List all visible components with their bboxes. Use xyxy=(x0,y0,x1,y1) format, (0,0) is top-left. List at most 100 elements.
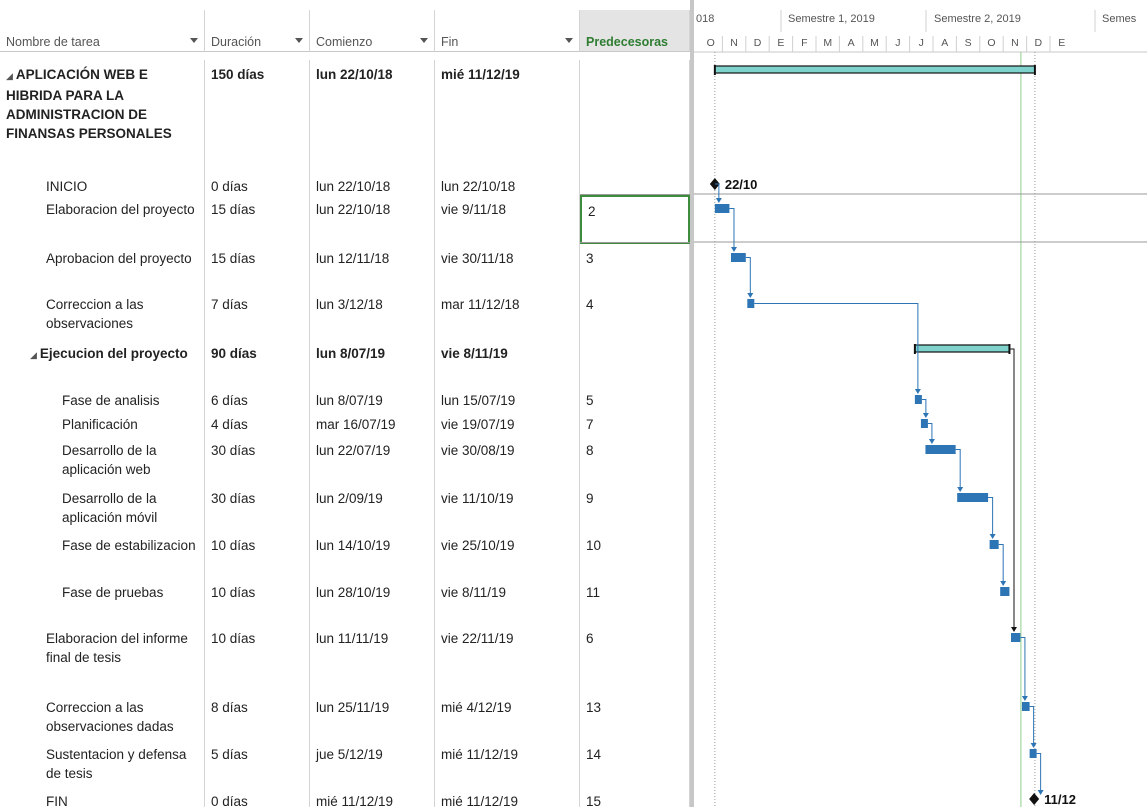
task-cell-pred[interactable]: 13 xyxy=(580,693,690,740)
task-cell-end[interactable]: vie 22/11/19 xyxy=(435,624,580,693)
task-cell-name[interactable]: Aprobacion del proyecto xyxy=(0,244,205,290)
task-cell-start[interactable]: lun 22/07/19 xyxy=(310,436,435,484)
task-cell-dur[interactable]: 7 días xyxy=(205,290,310,339)
task-cell-name[interactable]: Fase de estabilizacion xyxy=(0,531,205,578)
task-cell-start[interactable]: lun 11/11/19 xyxy=(310,624,435,693)
task-cell-end[interactable]: vie 11/10/19 xyxy=(435,484,580,531)
task-cell-name[interactable]: Planificación xyxy=(0,410,205,436)
task-cell-dur[interactable]: 5 días xyxy=(205,740,310,787)
task-cell-start[interactable]: lun 28/10/19 xyxy=(310,578,435,624)
task-cell-start[interactable]: lun 22/10/18 xyxy=(310,60,435,172)
task-cell-name[interactable]: Desarrollo de la aplicación web xyxy=(0,436,205,484)
task-cell-name[interactable]: Sustentacion y defensa de tesis xyxy=(0,740,205,787)
task-row[interactable]: FIN 0 días mié 11/12/19 mié 11/12/19 15 xyxy=(0,787,690,807)
task-cell-start[interactable]: lun 3/12/18 xyxy=(310,290,435,339)
task-cell-dur[interactable]: 30 días xyxy=(205,484,310,531)
task-cell-end[interactable]: lun 15/07/19 xyxy=(435,386,580,410)
task-row[interactable]: Aprobacion del proyecto 15 días lun 12/11/… xyxy=(0,244,690,290)
task-cell-start[interactable]: mar 16/07/19 xyxy=(310,410,435,436)
collapse-arrow-icon[interactable]: ◢ xyxy=(6,71,13,81)
task-row[interactable]: ◢ Ejecucion del proyecto 90 días lun 8/07/1… xyxy=(0,339,690,386)
task-cell-dur[interactable]: 6 días xyxy=(205,386,310,410)
task-cell-dur[interactable]: 15 días xyxy=(205,195,310,244)
collapse-arrow-icon[interactable]: ◢ xyxy=(30,350,37,360)
task-row[interactable]: Fase de estabilizacion 10 días lun 14/10/1… xyxy=(0,531,690,578)
task-cell-start[interactable]: lun 22/10/18 xyxy=(310,195,435,244)
column-header-end[interactable]: Fin xyxy=(435,10,580,52)
task-row[interactable]: Correccion a las observaciones dadas 8 dí… xyxy=(0,693,690,740)
task-cell-name[interactable]: Correccion a las observaciones xyxy=(0,290,205,339)
task-cell-pred[interactable]: 8 xyxy=(580,436,690,484)
task-cell-end[interactable]: mié 11/12/19 xyxy=(435,740,580,787)
task-row[interactable]: Correccion a las observaciones 7 días lun … xyxy=(0,290,690,339)
task-cell-name[interactable]: Correccion a las observaciones dadas xyxy=(0,693,205,740)
task-cell-name[interactable]: Fase de analisis xyxy=(0,386,205,410)
task-cell-start[interactable]: lun 8/07/19 xyxy=(310,386,435,410)
task-cell-dur[interactable]: 4 días xyxy=(205,410,310,436)
task-cell-end[interactable]: vie 19/07/19 xyxy=(435,410,580,436)
task-cell-dur[interactable]: 30 días xyxy=(205,436,310,484)
task-row[interactable]: Desarrollo de la aplicación web 30 días lu… xyxy=(0,436,690,484)
task-row[interactable]: Sustentacion y defensa de tesis 5 días jue… xyxy=(0,740,690,787)
task-cell-end[interactable]: lun 22/10/18 xyxy=(435,172,580,195)
task-cell-start[interactable]: lun 2/09/19 xyxy=(310,484,435,531)
task-cell-pred[interactable]: 9 xyxy=(580,484,690,531)
task-cell-pred[interactable] xyxy=(580,339,690,386)
task-cell-pred[interactable]: 5 xyxy=(580,386,690,410)
task-cell-pred[interactable] xyxy=(580,60,690,172)
task-cell-end[interactable]: vie 8/11/19 xyxy=(435,339,580,386)
task-cell-end[interactable]: vie 25/10/19 xyxy=(435,531,580,578)
task-cell-name[interactable]: ◢ APLICACIÓN WEB E HIBRIDA PARA LA ADMINI… xyxy=(0,60,205,172)
task-cell-start[interactable]: mié 11/12/19 xyxy=(310,787,435,807)
task-cell-name[interactable]: Elaboracion del informe final de tesis xyxy=(0,624,205,693)
filter-dropdown-icon[interactable] xyxy=(420,38,428,43)
task-cell-pred[interactable] xyxy=(580,172,690,195)
task-cell-pred[interactable]: 6 xyxy=(580,624,690,693)
task-cell-dur[interactable]: 10 días xyxy=(205,531,310,578)
task-cell-start[interactable]: lun 14/10/19 xyxy=(310,531,435,578)
task-cell-pred[interactable]: 7 xyxy=(580,410,690,436)
task-row[interactable]: ◢ APLICACIÓN WEB E HIBRIDA PARA LA ADMINI… xyxy=(0,60,690,172)
task-cell-end[interactable]: vie 30/11/18 xyxy=(435,244,580,290)
task-row[interactable]: Fase de analisis 6 días lun 8/07/19 lun 15/… xyxy=(0,386,690,410)
task-cell-pred[interactable]: 11 xyxy=(580,578,690,624)
task-cell-name[interactable]: Fase de pruebas xyxy=(0,578,205,624)
task-cell-name[interactable]: FIN xyxy=(0,787,205,807)
task-cell-pred[interactable]: 15 xyxy=(580,787,690,807)
column-header-dur[interactable]: Duración xyxy=(205,10,310,52)
task-cell-pred[interactable]: 3 xyxy=(580,244,690,290)
task-cell-dur[interactable]: 150 días xyxy=(205,60,310,172)
task-cell-pred[interactable]: 14 xyxy=(580,740,690,787)
filter-dropdown-icon[interactable] xyxy=(190,38,198,43)
task-cell-dur[interactable]: 0 días xyxy=(205,172,310,195)
filter-dropdown-icon[interactable] xyxy=(295,38,303,43)
task-row[interactable]: Desarrollo de la aplicación móvil 30 días… xyxy=(0,484,690,531)
task-cell-dur[interactable]: 10 días xyxy=(205,578,310,624)
task-cell-dur[interactable]: 0 días xyxy=(205,787,310,807)
task-cell-start[interactable]: lun 8/07/19 xyxy=(310,339,435,386)
task-row[interactable]: Elaboracion del informe final de tesis 10… xyxy=(0,624,690,693)
task-cell-start[interactable]: jue 5/12/19 xyxy=(310,740,435,787)
task-row[interactable]: INICIO 0 días lun 22/10/18 lun 22/10/18 xyxy=(0,172,690,195)
task-cell-end[interactable]: mié 11/12/19 xyxy=(435,60,580,172)
task-cell-dur[interactable]: 90 días xyxy=(205,339,310,386)
task-cell-pred[interactable]: 2 xyxy=(580,195,690,244)
task-cell-end[interactable]: vie 9/11/18 xyxy=(435,195,580,244)
task-cell-end[interactable]: mié 4/12/19 xyxy=(435,693,580,740)
task-cell-start[interactable]: lun 22/10/18 xyxy=(310,172,435,195)
task-cell-name[interactable]: Elaboracion del proyecto xyxy=(0,195,205,244)
column-header-pred[interactable]: Predecesoras xyxy=(580,10,690,52)
column-header-name[interactable]: Nombre de tarea xyxy=(0,10,205,52)
task-cell-start[interactable]: lun 25/11/19 xyxy=(310,693,435,740)
task-cell-name[interactable]: ◢ Ejecucion del proyecto xyxy=(0,339,205,386)
task-cell-end[interactable]: vie 30/08/19 xyxy=(435,436,580,484)
filter-dropdown-icon[interactable] xyxy=(565,38,573,43)
column-header-start[interactable]: Comienzo xyxy=(310,10,435,52)
task-cell-pred[interactable]: 4 xyxy=(580,290,690,339)
task-cell-pred[interactable]: 10 xyxy=(580,531,690,578)
task-cell-name[interactable]: Desarrollo de la aplicación móvil xyxy=(0,484,205,531)
task-cell-dur[interactable]: 10 días xyxy=(205,624,310,693)
task-row[interactable]: Planificación 4 días mar 16/07/19 vie 19/07… xyxy=(0,410,690,436)
task-cell-end[interactable]: mié 11/12/19 xyxy=(435,787,580,807)
task-cell-start[interactable]: lun 12/11/18 xyxy=(310,244,435,290)
